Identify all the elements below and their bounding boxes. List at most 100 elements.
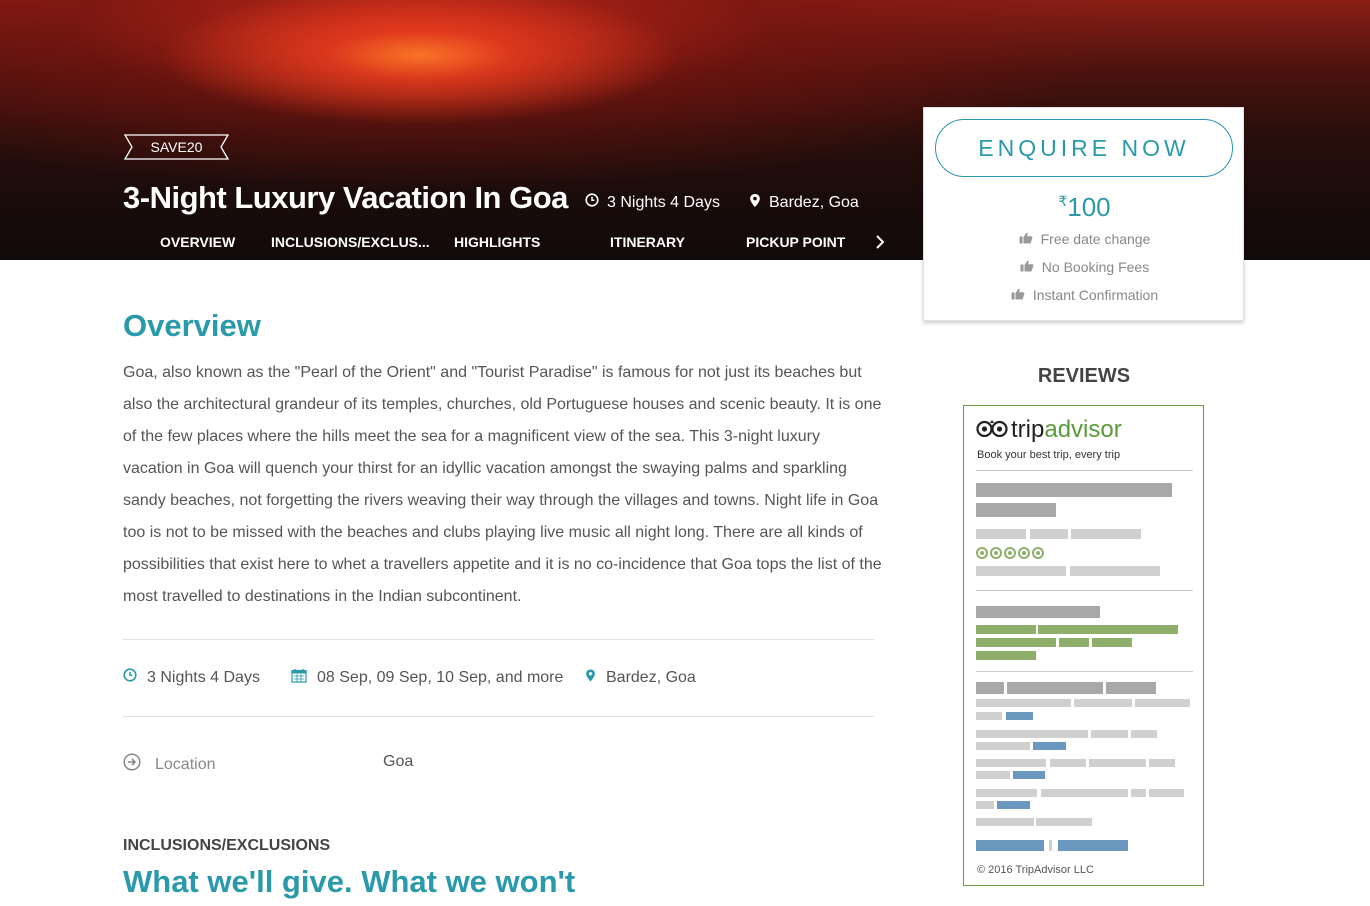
perk-text: Instant Confirmation — [1032, 287, 1159, 303]
review-placeholder — [976, 682, 1004, 694]
tab-itinerary[interactable]: ITINERARY — [610, 234, 685, 250]
review-placeholder — [976, 566, 1066, 576]
review-placeholder — [976, 638, 1056, 647]
promo-code: SAVE20 — [150, 139, 203, 155]
clock-icon — [123, 668, 137, 687]
info-duration: 3 Nights 4 Days — [123, 668, 260, 687]
tab-highlights[interactable]: HIGHLIGHTS — [454, 234, 540, 250]
overview-heading: Overview — [123, 308, 261, 343]
tab-pickup-point[interactable]: PICKUP POINT — [746, 234, 845, 250]
review-placeholder — [976, 712, 1002, 720]
review-placeholder — [1131, 730, 1157, 738]
perk-text: No Booking Fees — [1041, 259, 1150, 275]
map-pin-icon — [749, 193, 761, 213]
map-pin-icon — [585, 668, 596, 688]
inclusions-heading: What we'll give. What we won't — [123, 864, 576, 899]
arrow-circle-icon — [123, 753, 141, 776]
rating-bubble — [976, 547, 988, 559]
booking-card: ENQUIRE NOW ₹100 Free date change No Boo… — [923, 107, 1244, 321]
review-placeholder — [1149, 759, 1175, 767]
info-dates-text: 08 Sep, 09 Sep, 10 Sep, and more — [317, 669, 564, 686]
review-placeholder — [1038, 625, 1178, 634]
rating-bubbles-icon — [976, 547, 1044, 559]
review-placeholder — [1030, 529, 1068, 539]
review-placeholder — [1135, 699, 1190, 707]
review-placeholder — [976, 606, 1100, 618]
perk-item: Instant Confirmation — [924, 287, 1245, 303]
review-placeholder — [1071, 529, 1141, 539]
hero-location: Bardez, Goa — [749, 193, 859, 213]
perk-text: Free date change — [1040, 231, 1151, 247]
tripadvisor-tagline: Book your best trip, every trip — [977, 449, 1121, 461]
reviews-heading: REVIEWS — [1037, 365, 1131, 387]
review-placeholder — [976, 789, 1037, 797]
info-location-text: Bardez, Goa — [606, 669, 696, 686]
review-placeholder — [976, 503, 1056, 517]
info-location: Bardez, Goa — [585, 668, 696, 688]
enquire-now-button[interactable]: ENQUIRE NOW — [935, 119, 1233, 177]
thumbs-up-icon — [1019, 231, 1033, 247]
chevron-right-icon[interactable] — [874, 232, 886, 258]
tab-inclusions[interactable]: INCLUSIONS/EXCLUS... — [271, 234, 430, 250]
review-placeholder — [976, 699, 1071, 707]
brand-trip: trip — [1011, 416, 1045, 443]
review-placeholder — [1074, 699, 1132, 707]
review-placeholder — [1050, 759, 1086, 767]
review-placeholder — [1091, 730, 1128, 738]
divider — [123, 716, 874, 717]
review-placeholder — [976, 742, 1030, 750]
review-placeholder — [1070, 566, 1160, 576]
review-placeholder — [976, 771, 1010, 779]
location-label-text: Location — [155, 755, 216, 773]
rating-bubble — [1032, 547, 1044, 559]
review-placeholder — [976, 529, 1026, 539]
review-placeholder — [1036, 818, 1092, 826]
hero-location-text: Bardez, Goa — [769, 194, 859, 211]
price-value: 100 — [1067, 192, 1111, 222]
review-link-placeholder — [1006, 712, 1033, 720]
review-placeholder — [1007, 682, 1103, 694]
review-placeholder — [976, 801, 994, 809]
tripadvisor-widget[interactable]: tripadvisor Book your best trip, every t… — [963, 405, 1204, 886]
info-dates: 08 Sep, 09 Sep, 10 Sep, and more — [291, 668, 563, 688]
location-label: Location — [123, 753, 216, 776]
review-placeholder — [1149, 789, 1184, 797]
rating-bubble — [1004, 547, 1016, 559]
review-placeholder — [1059, 638, 1089, 647]
review-placeholder — [976, 818, 1034, 826]
divider — [123, 639, 874, 640]
tab-overview[interactable]: OVERVIEW — [160, 234, 235, 250]
overview-description: Goa, also known as the "Pearl of the Ori… — [123, 364, 882, 605]
page-title: 3-Night Luxury Vacation In Goa — [123, 180, 568, 215]
promo-badge: SAVE20 — [124, 134, 229, 160]
hero-duration-text: 3 Nights 4 Days — [607, 193, 720, 211]
rating-bubble — [990, 547, 1002, 559]
review-link-placeholder — [1033, 742, 1066, 750]
divider — [976, 470, 1193, 471]
review-placeholder — [1106, 682, 1156, 694]
review-placeholder — [976, 625, 1036, 634]
owl-icon — [976, 416, 1008, 444]
thumbs-up-icon — [1011, 287, 1025, 303]
review-link-placeholder — [997, 801, 1030, 809]
review-placeholder — [1049, 840, 1052, 851]
review-link-placeholder[interactable] — [1058, 840, 1128, 851]
divider — [976, 590, 1193, 591]
review-placeholder — [1092, 638, 1132, 647]
calendar-icon — [291, 668, 307, 688]
tripadvisor-logo[interactable]: tripadvisor — [976, 416, 1122, 444]
hero-duration: 3 Nights 4 Days — [585, 193, 720, 212]
clock-icon — [585, 193, 599, 212]
perk-item: No Booking Fees — [924, 259, 1245, 275]
currency-symbol: ₹ — [1058, 193, 1068, 209]
review-placeholder — [976, 730, 1088, 738]
rating-bubble — [1018, 547, 1030, 559]
divider — [976, 671, 1193, 672]
tripadvisor-copyright: © 2016 TripAdvisor LLC — [977, 864, 1094, 876]
info-duration-text: 3 Nights 4 Days — [147, 668, 260, 686]
review-link-placeholder[interactable] — [976, 840, 1044, 851]
review-placeholder — [1131, 789, 1146, 797]
price: ₹100 — [924, 192, 1245, 223]
location-value: Goa — [383, 753, 414, 770]
review-placeholder — [1041, 789, 1128, 797]
